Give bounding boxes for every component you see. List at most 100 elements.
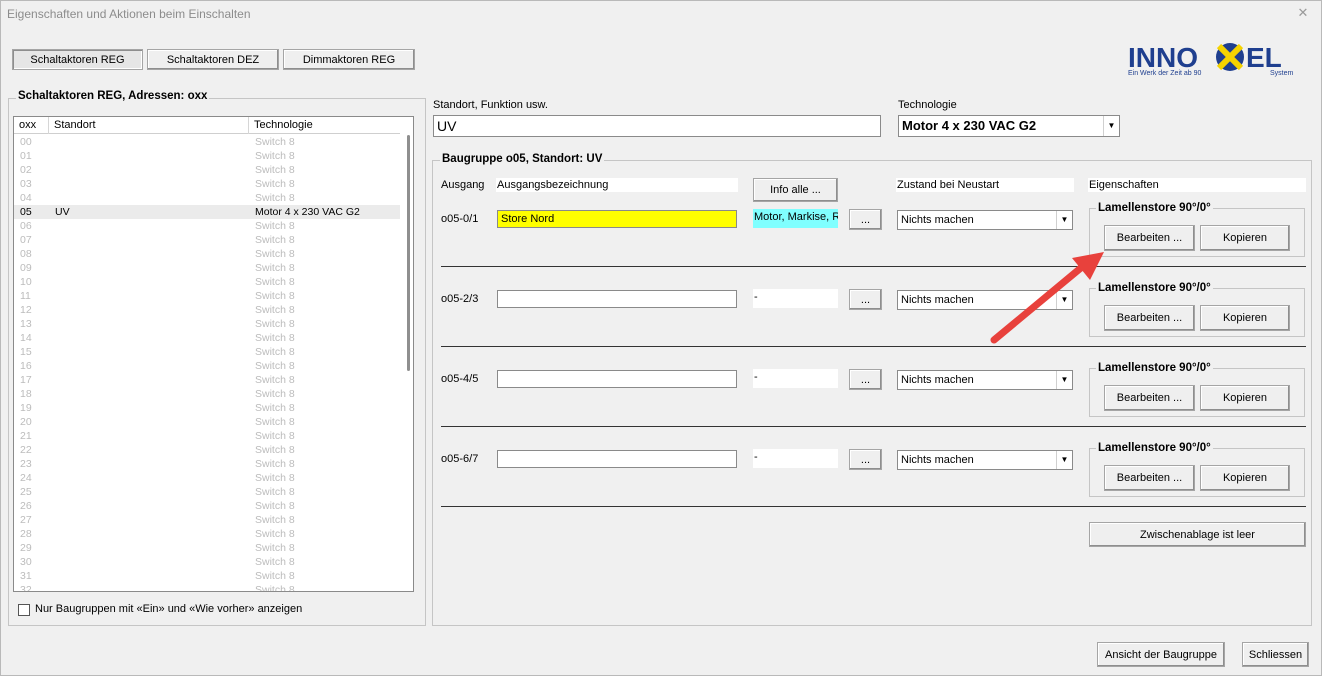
schliessen-button[interactable]: Schliessen [1242,642,1309,667]
list-item[interactable]: 31 Switch 8 [14,569,401,583]
output-bezeichnung-input[interactable] [497,370,737,388]
output-bezeichnung-input[interactable] [497,290,737,308]
zustand-select[interactable]: Nichts machen ▼ [897,370,1073,390]
output-ausgang: o05-0/1 [441,213,479,225]
kopieren-button[interactable]: Kopieren [1200,385,1290,411]
bearbeiten-button[interactable]: Bearbeiten ... [1104,465,1195,491]
bearbeiten-button[interactable]: Bearbeiten ... [1104,225,1195,251]
browse-button[interactable]: ... [849,209,882,230]
list-item[interactable]: 28 Switch 8 [14,527,401,541]
list-item-addr: 22 [20,444,32,456]
list-item-standort: UV [55,206,70,218]
clipboard-button[interactable]: Zwischenablage ist leer [1089,522,1306,547]
close-icon[interactable]: ✕ [1293,3,1313,23]
column-header-oxx[interactable]: oxx [14,117,49,134]
list-item[interactable]: 05 UV Motor 4 x 230 VAC G2 [14,205,401,219]
list-item[interactable]: 06 Switch 8 [14,219,401,233]
list-item[interactable]: 09 Switch 8 [14,261,401,275]
list-item-technologie: Switch 8 [255,542,295,554]
address-list[interactable]: oxx Standort Technologie 00 Switch 8 01 Swi… [13,116,414,592]
list-item[interactable]: 16 Switch 8 [14,359,401,373]
list-item[interactable]: 13 Switch 8 [14,317,401,331]
browse-button[interactable]: ... [849,449,882,470]
browse-button[interactable]: ... [849,369,882,390]
list-item[interactable]: 00 Switch 8 [14,135,401,149]
list-item[interactable]: 02 Switch 8 [14,163,401,177]
list-item[interactable]: 01 Switch 8 [14,149,401,163]
filter-checkbox[interactable] [18,604,30,616]
list-item[interactable]: 17 Switch 8 [14,373,401,387]
properties-title: Lamellenstore 90°/0° [1096,202,1213,214]
standort-input[interactable]: UV [433,115,881,137]
list-item[interactable]: 12 Switch 8 [14,303,401,317]
standort-label: Standort, Funktion usw. [433,99,548,111]
list-item[interactable]: 19 Switch 8 [14,401,401,415]
info-alle-button[interactable]: Info alle ... [753,178,838,202]
list-item-addr: 19 [20,402,32,414]
baugruppe-title: Baugruppe o05, Standort: UV [440,153,605,165]
list-item[interactable]: 32 Switch 8 [14,583,401,591]
list-scrollbar[interactable] [400,117,413,591]
logo-text-right: EL [1246,42,1282,73]
list-rows: 00 Switch 8 01 Switch 8 02 Switch 8 03 Switch 8… [14,135,401,591]
browse-button[interactable]: ... [849,289,882,310]
list-item-technologie: Switch 8 [255,500,295,512]
list-item[interactable]: 11 Switch 8 [14,289,401,303]
bearbeiten-button[interactable]: Bearbeiten ... [1104,305,1195,331]
list-item[interactable]: 07 Switch 8 [14,233,401,247]
kopieren-button[interactable]: Kopieren [1200,305,1290,331]
list-item-technologie: Switch 8 [255,332,295,344]
bearbeiten-button[interactable]: Bearbeiten ... [1104,385,1195,411]
list-item[interactable]: 23 Switch 8 [14,457,401,471]
list-item-technologie: Switch 8 [255,514,295,526]
chevron-down-icon[interactable]: ▼ [1103,116,1119,136]
innoxel-logo: INNO EL Ein Werk der Zeit ab 90 System [1126,38,1310,78]
chevron-down-icon[interactable]: ▼ [1056,451,1072,469]
list-item-addr: 31 [20,570,32,582]
list-item[interactable]: 20 Switch 8 [14,415,401,429]
zustand-select[interactable]: Nichts machen ▼ [897,450,1073,470]
list-item[interactable]: 03 Switch 8 [14,177,401,191]
list-item[interactable]: 10 Switch 8 [14,275,401,289]
list-item-addr: 00 [20,136,32,148]
red-arrow-annotation [990,252,1104,344]
kopieren-button[interactable]: Kopieren [1200,225,1290,251]
list-item[interactable]: 29 Switch 8 [14,541,401,555]
scrollbar-thumb[interactable] [407,135,410,371]
list-item[interactable]: 25 Switch 8 [14,485,401,499]
output-bezeichnung-input[interactable] [497,450,737,468]
row-separator [441,426,1306,427]
list-item-technologie: Switch 8 [255,304,295,316]
list-item[interactable]: 22 Switch 8 [14,443,401,457]
list-item-addr: 14 [20,332,32,344]
tab-schaltaktoren-reg[interactable]: Schaltaktoren REG [12,49,143,70]
list-item[interactable]: 30 Switch 8 [14,555,401,569]
list-item[interactable]: 27 Switch 8 [14,513,401,527]
column-header-technologie[interactable]: Technologie [249,117,401,134]
list-item[interactable]: 18 Switch 8 [14,387,401,401]
column-header-standort[interactable]: Standort [49,117,249,134]
list-item-technologie: Switch 8 [255,430,295,442]
list-item[interactable]: 21 Switch 8 [14,429,401,443]
list-item[interactable]: 24 Switch 8 [14,471,401,485]
list-item-addr: 05 [20,206,32,218]
tab-schaltaktoren-dez[interactable]: Schaltaktoren DEZ [147,49,279,70]
list-item[interactable]: 26 Switch 8 [14,499,401,513]
zustand-select[interactable]: Nichts machen ▼ [897,210,1073,230]
tab-dimmaktoren-reg[interactable]: Dimmaktoren REG [283,49,415,70]
ansicht-baugruppe-button[interactable]: Ansicht der Baugruppe [1097,642,1225,667]
kopieren-button[interactable]: Kopieren [1200,465,1290,491]
output-bezeichnung-input[interactable]: Store Nord [497,210,737,228]
list-item[interactable]: 04 Switch 8 [14,191,401,205]
chevron-down-icon[interactable]: ▼ [1056,371,1072,389]
list-item-addr: 29 [20,542,32,554]
list-item[interactable]: 15 Switch 8 [14,345,401,359]
chevron-down-icon[interactable]: ▼ [1056,211,1072,229]
list-item-technologie: Switch 8 [255,276,295,288]
logo-text-left: INNO [1128,42,1198,73]
list-item[interactable]: 08 Switch 8 [14,247,401,261]
list-item-technologie: Switch 8 [255,360,295,372]
list-item[interactable]: 14 Switch 8 [14,331,401,345]
list-item-addr: 09 [20,262,32,274]
technologie-select[interactable]: Motor 4 x 230 VAC G2 ▼ [898,115,1120,137]
